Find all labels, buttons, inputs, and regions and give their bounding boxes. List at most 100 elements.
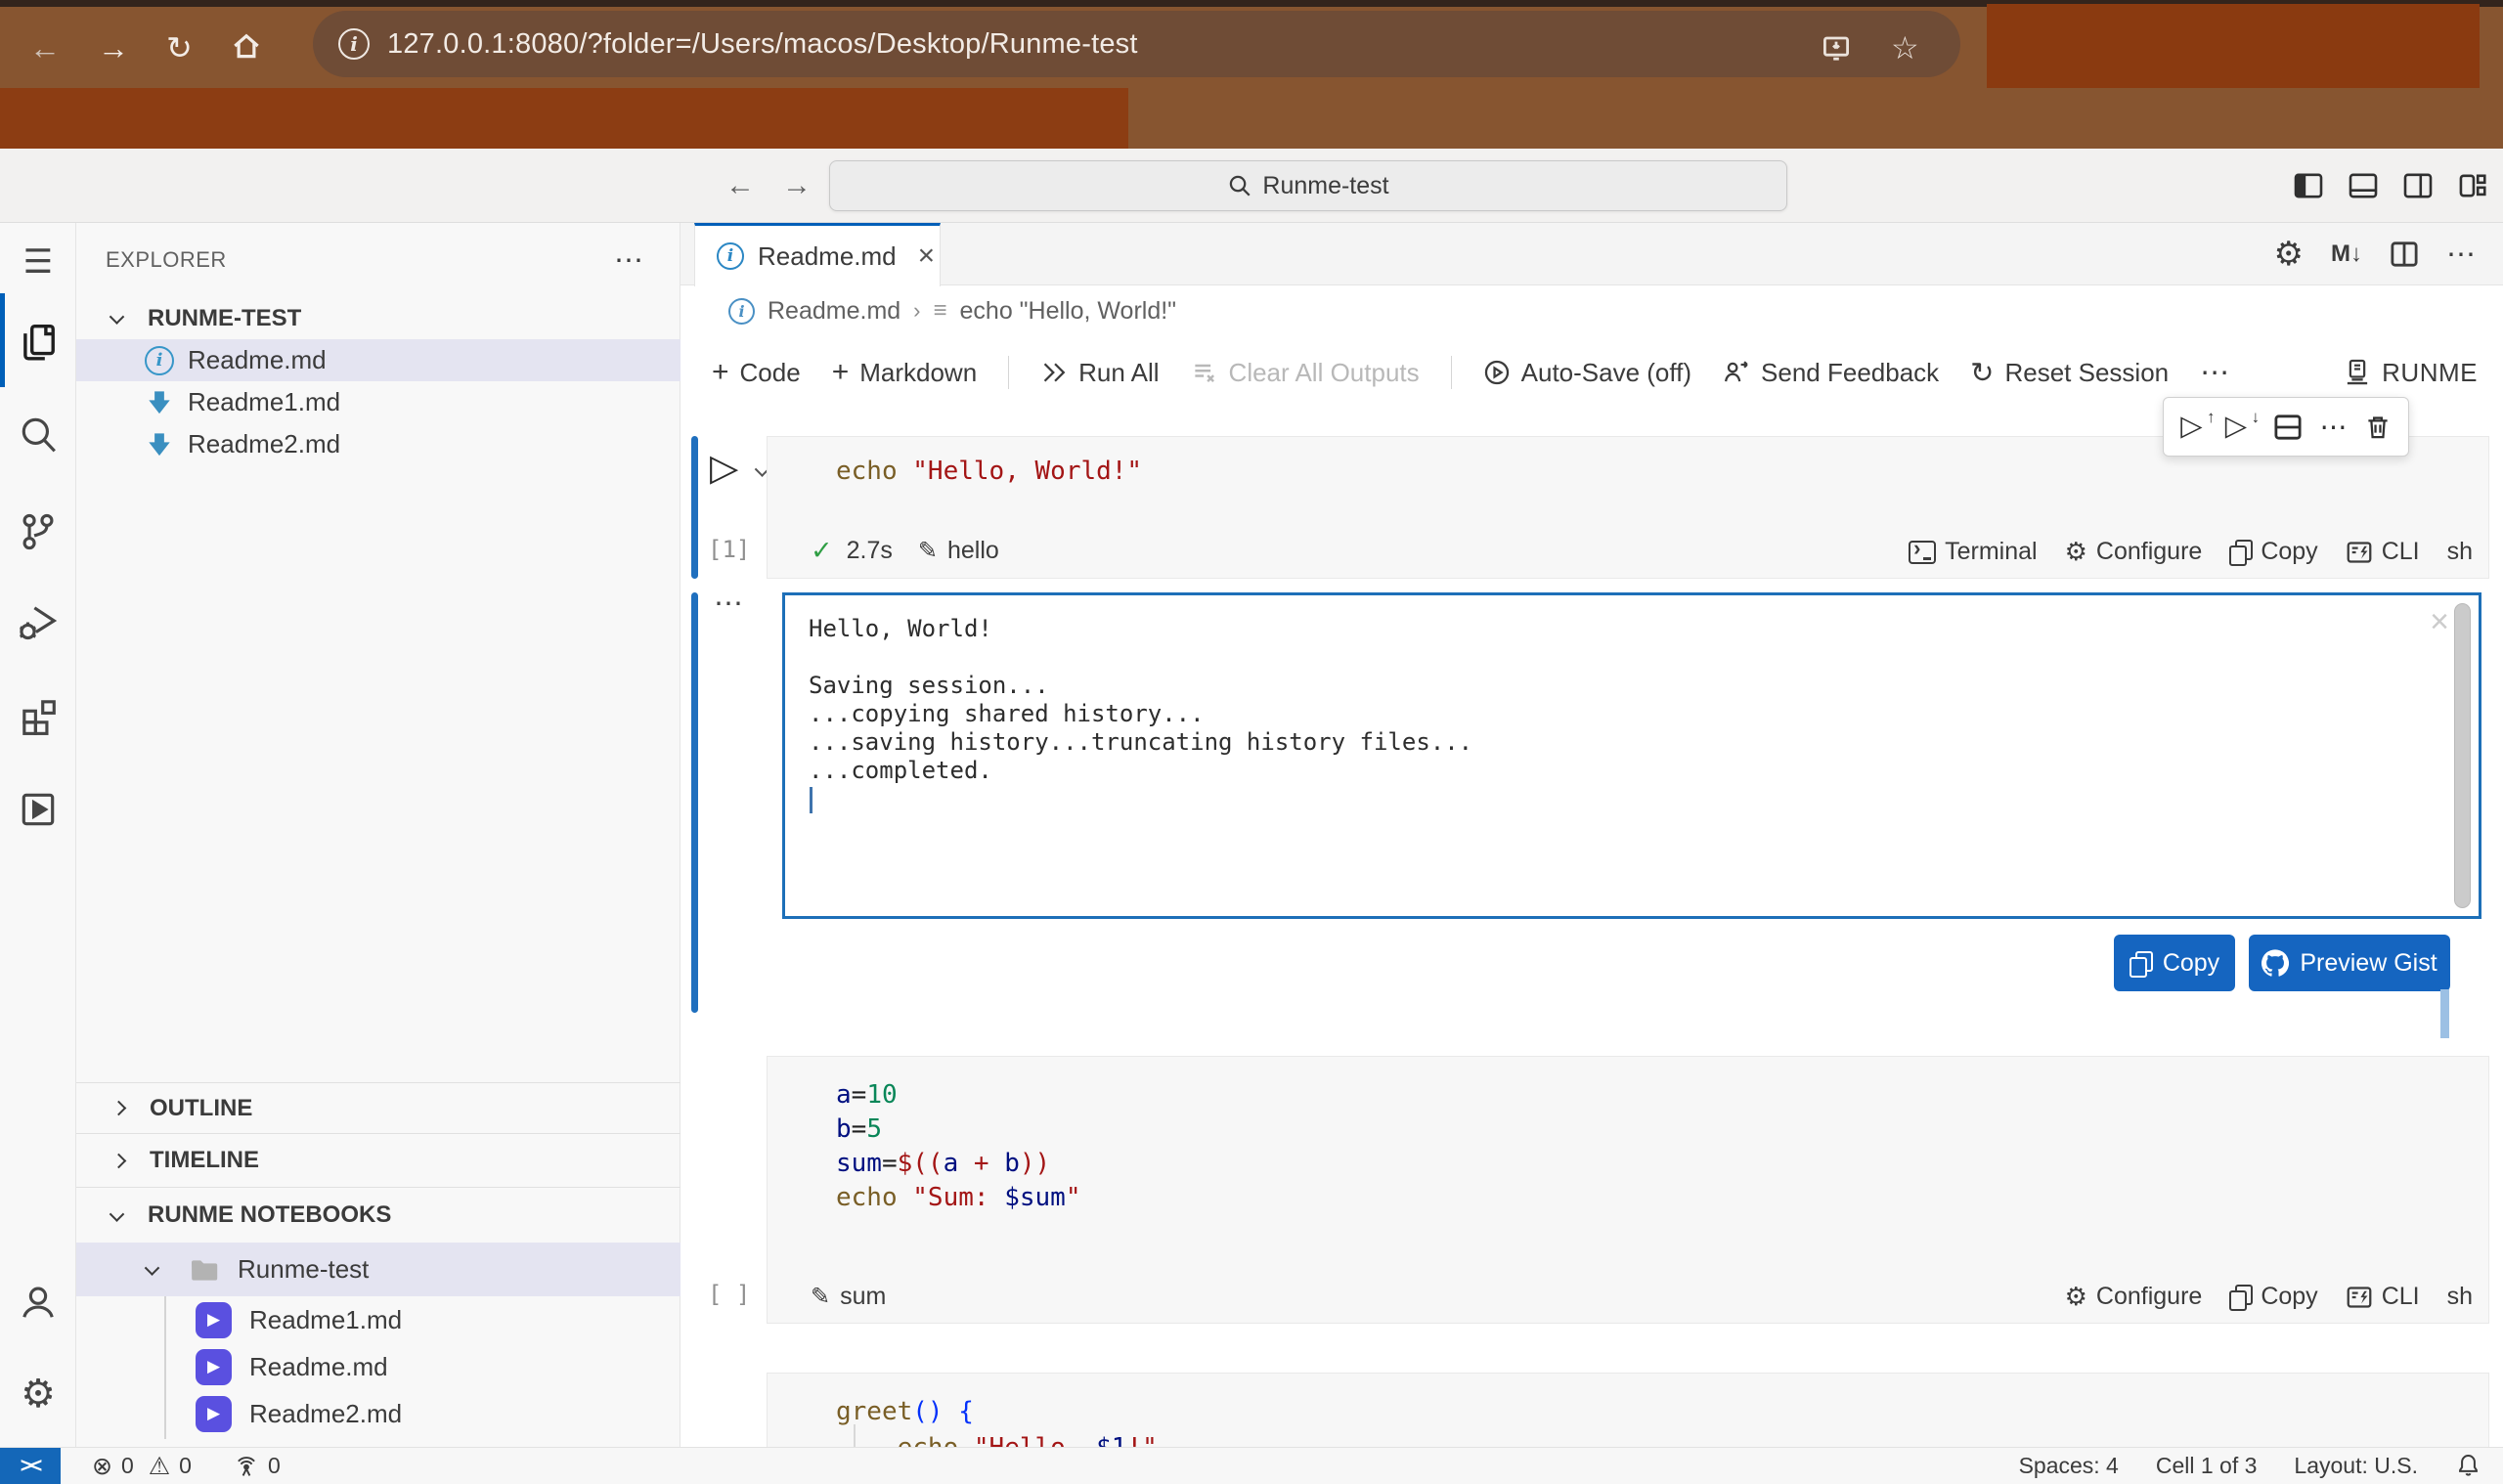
toolbar-more-icon[interactable]: ⋯ xyxy=(2200,356,2229,390)
tab-readme[interactable]: i Readme.md × xyxy=(694,223,941,286)
delete-cell-icon[interactable] xyxy=(2364,414,2392,441)
configure-button[interactable]: ⚙Configure xyxy=(2065,538,2203,566)
run-below-icon[interactable]: ▷↓ xyxy=(2225,413,2247,441)
toggle-secondary-sidebar-icon[interactable] xyxy=(2403,173,2433,198)
breadcrumb-symbol[interactable]: echo "Hello, World!" xyxy=(960,297,1177,326)
pencil-icon[interactable]: ✎ xyxy=(811,1283,830,1311)
run-all-button[interactable]: Run All xyxy=(1040,358,1159,388)
timeline-section-header[interactable]: TIMELINE xyxy=(76,1133,681,1187)
toggle-primary-sidebar-icon[interactable] xyxy=(2294,173,2323,198)
account-icon[interactable] xyxy=(0,1265,76,1339)
code-cell-1[interactable]: echo "Hello, World!" ✓ 2.7s ✎ hello Term… xyxy=(767,436,2489,579)
errors-count[interactable]: 0 xyxy=(121,1453,134,1479)
run-debug-icon[interactable] xyxy=(0,585,76,659)
browser-reload-icon[interactable]: ↻ xyxy=(166,32,193,64)
history-forward-icon[interactable]: → xyxy=(782,169,812,202)
browser-home-icon[interactable] xyxy=(230,29,263,63)
explorer-icon[interactable] xyxy=(0,305,76,379)
cell-name[interactable]: hello xyxy=(947,537,999,565)
code-cell-3[interactable]: greet() { echo "Hello, $1!" xyxy=(767,1373,2489,1447)
notebook-file-row[interactable]: ▶ Readme1.md xyxy=(76,1296,681,1343)
url-text[interactable]: 127.0.0.1:8080/?folder=/Users/macos/Desk… xyxy=(387,28,1138,61)
history-back-icon[interactable]: ← xyxy=(725,169,755,202)
remote-indicator[interactable]: >< xyxy=(0,1448,61,1484)
output-scrollbar[interactable] xyxy=(2454,603,2471,908)
auto-save-button[interactable]: Auto-Save (off) xyxy=(1483,358,1691,388)
preview-gist-button[interactable]: Preview Gist xyxy=(2249,935,2450,991)
close-output-icon[interactable]: × xyxy=(2430,603,2449,641)
runme-notebooks-icon[interactable] xyxy=(0,772,76,847)
notifications-bell-icon[interactable] xyxy=(2455,1453,2481,1479)
runme-notebooks-section-header[interactable]: RUNME NOTEBOOKS xyxy=(76,1187,681,1243)
open-terminal-button[interactable]: Terminal xyxy=(1909,538,2037,566)
cell-name[interactable]: sum xyxy=(840,1283,886,1311)
send-feedback-button[interactable]: Send Feedback xyxy=(1723,358,1939,388)
cell-duration: 2.7s xyxy=(847,537,893,565)
add-code-button[interactable]: +Code xyxy=(712,356,801,389)
chevron-down-icon xyxy=(145,1260,160,1276)
vscode-titlebar: ← → Runme-test xyxy=(0,149,2503,223)
run-cell-icon[interactable]: ▷ xyxy=(710,446,738,490)
sidebar-more-icon[interactable]: ⋯ xyxy=(614,243,643,278)
notebook-scrollbar[interactable] xyxy=(2440,989,2449,1038)
bookmark-star-icon[interactable]: ☆ xyxy=(1891,29,1919,66)
site-info-icon[interactable]: i xyxy=(338,28,370,60)
code-cell-2[interactable]: a=10 b=5 sum=$((a + b)) echo "Sum: $sum"… xyxy=(767,1056,2489,1324)
ports-count[interactable]: 0 xyxy=(268,1453,281,1479)
status-spaces[interactable]: Spaces: 4 xyxy=(2019,1453,2119,1479)
more-actions-icon[interactable]: ⋯ xyxy=(2446,238,2476,272)
pencil-icon[interactable]: ✎ xyxy=(918,537,938,565)
notebook-file-label: Readme.md xyxy=(249,1352,388,1382)
markdown-preview-icon[interactable]: M↓ xyxy=(2331,240,2362,268)
file-row-readme[interactable]: i Readme.md xyxy=(76,339,681,381)
file-row-readme2[interactable]: Readme2.md xyxy=(76,423,681,465)
notebook-file-label: Readme1.md xyxy=(249,1305,402,1335)
code-line: echo "Sum: $sum" xyxy=(836,1181,1080,1215)
run-above-icon[interactable]: ▷↑ xyxy=(2180,413,2202,441)
cell-language[interactable]: sh xyxy=(2447,1283,2473,1311)
notebook-folder-row[interactable]: Runme-test xyxy=(76,1243,681,1296)
clear-all-outputs-button[interactable]: Clear All Outputs xyxy=(1191,358,1420,388)
notebook-file-row[interactable]: ▶ Readme2.md xyxy=(76,1390,681,1437)
browser-address-bar[interactable]: i 127.0.0.1:8080/?folder=/Users/macos/De… xyxy=(313,11,1960,77)
settings-gear-icon[interactable]: ⚙ xyxy=(0,1357,76,1431)
close-tab-icon[interactable]: × xyxy=(918,240,936,273)
status-layout[interactable]: Layout: U.S. xyxy=(2294,1453,2418,1479)
runme-play-icon: ▶ xyxy=(196,1302,232,1338)
command-center-search[interactable]: Runme-test xyxy=(829,160,1787,211)
explorer-root-folder[interactable]: RUNME-TEST xyxy=(76,297,681,339)
copy-cell-button[interactable]: Copy xyxy=(2229,1283,2317,1311)
file-row-readme1[interactable]: Readme1.md xyxy=(76,381,681,423)
outline-section-header[interactable]: OUTLINE xyxy=(76,1082,681,1133)
editor-area: i Readme.md × ⚙ M↓ ⋯ i Readme.md › ≡ ech… xyxy=(681,223,2503,1447)
notebook-file-row[interactable]: ▶ Readme.md xyxy=(76,1343,681,1390)
cli-button[interactable]: CLI xyxy=(2346,1283,2420,1311)
menu-hamburger-icon[interactable]: ☰ xyxy=(0,225,76,299)
toolbar-divider xyxy=(1008,356,1009,389)
configure-button[interactable]: ⚙Configure xyxy=(2065,1283,2203,1311)
runme-play-icon: ▶ xyxy=(196,1396,232,1432)
toggle-panel-icon[interactable] xyxy=(2349,173,2378,198)
output-more-icon[interactable]: ⋯ xyxy=(714,587,743,621)
terminal-output[interactable]: Hello, World! Saving session... ...copyi… xyxy=(782,592,2481,919)
install-app-icon[interactable] xyxy=(1821,32,1852,64)
breadcrumb-file[interactable]: Readme.md xyxy=(768,297,900,326)
reset-session-button[interactable]: ↻ Reset Session xyxy=(1970,356,2169,390)
browser-back-icon[interactable]: ← xyxy=(29,32,61,64)
customize-layout-icon[interactable] xyxy=(2458,173,2487,198)
copy-output-button[interactable]: Copy xyxy=(2114,935,2235,991)
copy-cell-button[interactable]: Copy xyxy=(2229,538,2317,566)
cell-language[interactable]: sh xyxy=(2447,538,2473,566)
split-cell-icon[interactable] xyxy=(2273,414,2303,441)
add-markdown-button[interactable]: +Markdown xyxy=(832,356,977,389)
notebook-settings-gear-icon[interactable]: ⚙ xyxy=(2274,238,2304,271)
source-control-icon[interactable] xyxy=(0,495,76,569)
extensions-icon[interactable] xyxy=(0,678,76,753)
search-icon[interactable] xyxy=(0,397,76,471)
split-editor-icon[interactable] xyxy=(2390,240,2419,268)
browser-forward-icon[interactable]: → xyxy=(98,32,129,64)
cell-more-icon[interactable]: ⋯ xyxy=(2320,411,2348,443)
warnings-count[interactable]: 0 xyxy=(179,1453,192,1479)
status-cell[interactable]: Cell 1 of 3 xyxy=(2156,1453,2258,1479)
cli-button[interactable]: CLI xyxy=(2346,538,2420,566)
